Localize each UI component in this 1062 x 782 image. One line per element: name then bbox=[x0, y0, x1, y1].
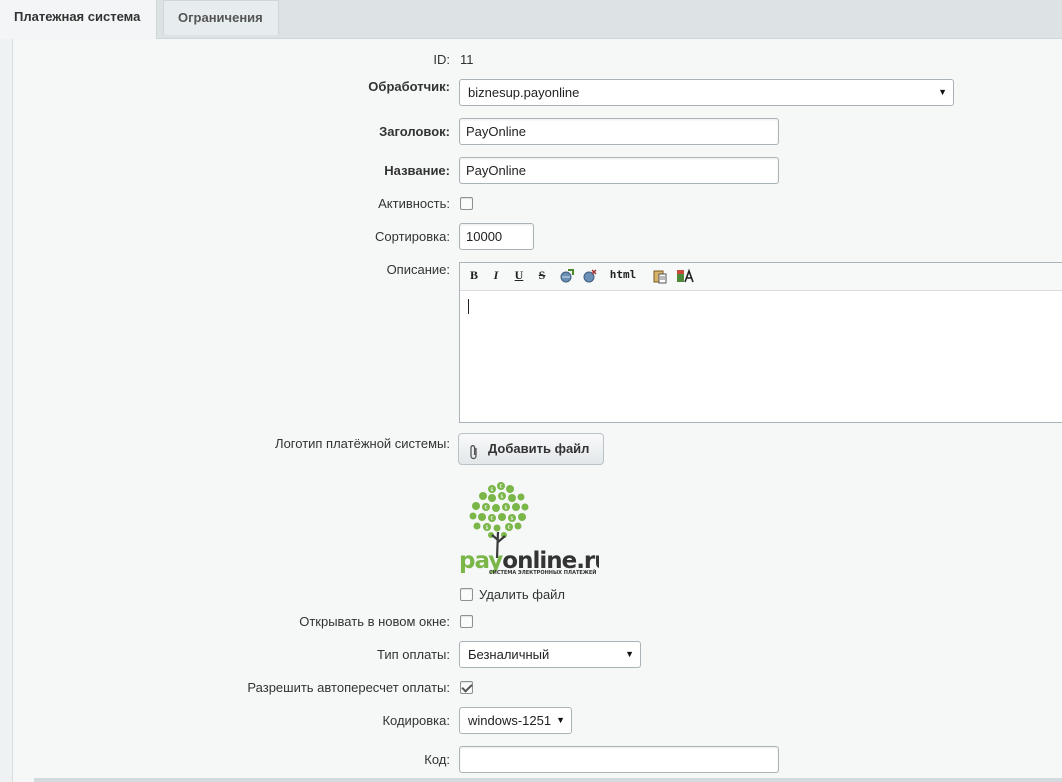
underline-button[interactable]: U bbox=[513, 268, 525, 284]
id-value: 11 bbox=[460, 52, 474, 67]
encoding-select[interactable]: windows-1251 ▼ bbox=[459, 707, 572, 734]
delete-file-label: Удалить файл bbox=[479, 587, 566, 602]
payment-type-value: Безналичный bbox=[468, 647, 550, 662]
handler-select-value: biznesup.payonline bbox=[468, 85, 580, 100]
handler-label: Обработчик: bbox=[368, 79, 450, 94]
add-file-label: Добавить файл bbox=[488, 441, 590, 456]
code-label: Код: bbox=[424, 752, 450, 767]
strikethrough-button[interactable]: S bbox=[536, 268, 548, 284]
chevron-down-icon: ▼ bbox=[938, 87, 947, 97]
payment-type-select[interactable]: Безналичный ▼ bbox=[459, 641, 641, 668]
sort-input[interactable]: 10000 bbox=[459, 223, 534, 250]
id-label: ID: bbox=[433, 52, 450, 67]
active-label: Активность: bbox=[378, 196, 450, 211]
code-input[interactable] bbox=[459, 746, 779, 773]
title-input[interactable]: PayOnline bbox=[459, 118, 779, 145]
add-file-button[interactable]: Добавить файл bbox=[458, 433, 604, 465]
new-window-label: Открывать в новом окне: bbox=[299, 614, 450, 629]
paperclip-icon bbox=[469, 441, 479, 471]
sort-label: Сортировка: bbox=[375, 229, 450, 244]
name-label: Название: bbox=[384, 163, 450, 178]
handler-select[interactable]: biznesup.payonline ▼ bbox=[459, 79, 954, 106]
encoding-value: windows-1251 bbox=[468, 713, 552, 728]
delete-file-checkbox[interactable] bbox=[460, 588, 473, 601]
italic-button[interactable]: I bbox=[490, 268, 502, 284]
font-style-icon[interactable] bbox=[676, 268, 694, 284]
svg-text:СИСТЕМА ЭЛЕКТРОННЫХ ПЛАТЕЖЕЙ: СИСТЕМА ЭЛЕКТРОННЫХ ПЛАТЕЖЕЙ bbox=[489, 568, 597, 576]
description-editor[interactable]: B I U S html bbox=[459, 262, 1062, 423]
bold-button[interactable]: B bbox=[468, 268, 480, 284]
svg-text:$: $ bbox=[504, 505, 507, 511]
new-window-checkbox[interactable] bbox=[460, 615, 473, 628]
insert-link-icon[interactable] bbox=[559, 268, 575, 284]
paste-icon[interactable] bbox=[652, 268, 668, 284]
payment-type-label: Тип оплаты: bbox=[377, 647, 450, 662]
logo-label: Логотип платёжной системы: bbox=[275, 436, 450, 451]
name-input[interactable]: PayOnline bbox=[459, 157, 779, 184]
svg-text:€: € bbox=[499, 484, 502, 490]
panel-bottom-border bbox=[34, 778, 1062, 782]
svg-text:$: $ bbox=[485, 525, 488, 531]
tab-restrictions[interactable]: Ограничения bbox=[163, 0, 279, 35]
encoding-label: Кодировка: bbox=[382, 713, 450, 728]
chevron-down-icon: ▼ bbox=[625, 649, 634, 659]
tab-payment-system[interactable]: Платежная система bbox=[0, 0, 157, 39]
text-cursor bbox=[468, 299, 469, 314]
auto-recalc-label: Разрешить автопересчет оплаты: bbox=[247, 680, 450, 695]
description-label: Описание: bbox=[386, 262, 450, 277]
svg-text:€: € bbox=[490, 516, 493, 522]
remove-link-icon[interactable] bbox=[582, 268, 598, 284]
html-mode-button[interactable]: html bbox=[608, 268, 638, 284]
svg-text:$: $ bbox=[490, 487, 493, 493]
active-checkbox[interactable] bbox=[460, 197, 473, 210]
chevron-down-icon: ▼ bbox=[556, 715, 565, 725]
svg-text:€: € bbox=[484, 505, 487, 511]
svg-text:$: $ bbox=[510, 516, 513, 522]
payonline-logo: $ € $ € $ € $ $ € payonline.ru СИСТЕМА ЭЛЕКТРОН… bbox=[459, 480, 611, 579]
title-label: Заголовок: bbox=[379, 124, 450, 139]
tab-bar: Платежная система Ограничения bbox=[0, 0, 1062, 39]
svg-text:$: $ bbox=[500, 494, 503, 500]
svg-text:€: € bbox=[507, 525, 510, 531]
editor-toolbar: B I U S html bbox=[460, 263, 1062, 291]
auto-recalc-checkbox[interactable] bbox=[460, 681, 473, 694]
